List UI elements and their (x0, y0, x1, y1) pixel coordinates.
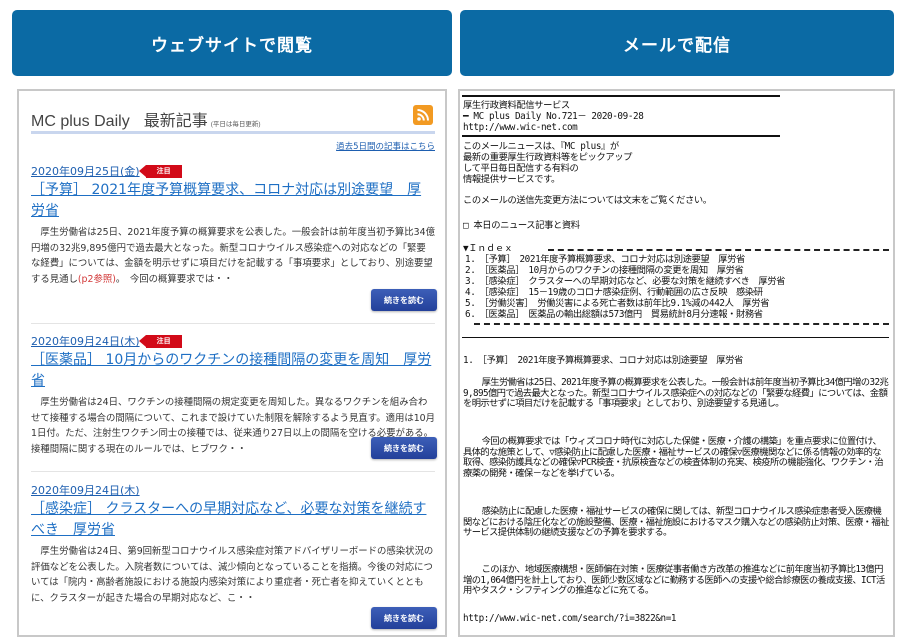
article-summary: 厚生労働省は25日、2021年度予算の概算要求を公表した。一般会計は前年度当初予… (31, 227, 435, 285)
email-article-title: 1. ［予算］ 2021年度予算概算要求、コロナ対応は別途要望 厚労省 (463, 355, 743, 366)
email-rule (462, 135, 780, 137)
tab-website[interactable]: ウェブサイトで閲覧 (12, 10, 452, 76)
tab-website-label: ウェブサイトで閲覧 (151, 35, 313, 56)
page-reference: (p2参照) (77, 273, 116, 285)
read-more-button[interactable]: 続きを読む (371, 289, 437, 311)
website-panel: MC plus Daily 最新記事 (平日は毎日更新) 過去5日間の記事はこちら … (17, 89, 447, 637)
email-service-name: 厚生行政資料配信サービス (463, 100, 570, 111)
website-header: MC plus Daily 最新記事 (平日は毎日更新) (31, 103, 435, 133)
email-paragraph: このほか、地域医療構想・医師偏在対策・医療従事者働き方改革の推進などに前年度当初… (463, 564, 885, 596)
email-index-label: ▼Ｉｎｄｅｘ (463, 243, 513, 254)
email-index-item: 2. ［医薬品］ 10月からのワクチンの接種間隔の変更を周知 厚労省 (465, 265, 744, 276)
email-paragraph: 今回の概算要求では「ウィズコロナ時代に対応した保健・医療・介護の構築」を重点要求… (463, 436, 884, 479)
rss-icon[interactable] (413, 105, 433, 125)
email-paragraph: 厚生労働省は25日、2021年度予算の概算要求を公表した。一般会計は前年度当初予… (463, 377, 889, 409)
email-index-item: 5. ［労働災害］ 労働災害による死亡者数は前年比9.1%減の442人 厚労省 (465, 298, 770, 309)
email-intro-line: このメールニュースは、『MC plus』が (463, 141, 619, 152)
email-index-item: 1. ［予算］ 2021年度予算概算要求、コロナ対応は別途要望 厚労省 (465, 254, 745, 265)
email-index-item: 6. ［医薬品］ 医薬品の輸出総額は573億円 貿易統計8月分速報・財務省 (465, 309, 763, 320)
email-index-item: 3. ［感染症］ クラスターへの早期対応など、必要な対策を継続すべき 厚労省 (465, 276, 786, 287)
read-more-button[interactable]: 続きを読む (371, 607, 437, 629)
email-intro-line: 情報提供サービスです。 (463, 174, 560, 185)
article-date[interactable]: 2020年09月25日(金) (31, 163, 140, 179)
article-date[interactable]: 2020年09月24日(木) (31, 333, 140, 349)
latest-articles-heading: 最新記事 (143, 111, 208, 130)
email-change-note: このメールの送信先変更方法については文末をご覧ください。 (463, 195, 712, 206)
email-paragraph: 感染防止に配慮した医療・福祉サービスの確保に関しては、新型コロナウイルス感染症患… (463, 506, 889, 538)
email-rule (462, 95, 780, 97)
update-note: (平日は毎日更新) (210, 121, 261, 128)
article-summary: 厚生労働省は24日、第9回新型コロナウイルス感染症対策アドバイザリーボードの感染… (31, 546, 434, 604)
article-divider (31, 471, 435, 472)
email-issue-line: ━ MC plus Daily No.721－ 2020-09-28 (463, 111, 644, 122)
index-dashed-rule (474, 323, 889, 325)
website-title: MC plus Daily 最新記事 (平日は毎日更新) (31, 107, 261, 131)
article-title-link[interactable]: ［医薬品］ 10月からのワクチンの接種間隔の変更を周知 厚労省 (31, 350, 435, 392)
article-date[interactable]: 2020年09月24日(木) (31, 482, 140, 498)
site-name: MC plus Daily (31, 113, 130, 130)
header-divider (31, 131, 435, 134)
index-dashed-rule (548, 249, 889, 251)
article-item: 2020年09月25日(金) 注目 ［予算］ 2021年度予算概算要求、コロナ対応… (31, 163, 435, 287)
past-articles-link[interactable]: 過去5日間の記事はこちら (336, 140, 435, 152)
tab-email[interactable]: メールで配信 (460, 10, 894, 76)
featured-badge: 注目 (138, 334, 182, 348)
article-item: 2020年09月24日(木) ［感染症］ クラスターへの早期対応など、必要な対策… (31, 482, 435, 606)
email-intro-line: して平日毎日配信する有料の (463, 163, 579, 174)
email-intro-line: 最新の重要厚生行政資料等をピックアップ (463, 152, 633, 163)
article-divider (31, 323, 435, 324)
email-article-link[interactable]: http://www.wic-net.com/search/?i=3822&n=… (463, 613, 676, 624)
index-rule (462, 337, 889, 338)
featured-badge: 注目 (138, 164, 182, 178)
read-more-button[interactable]: 続きを読む (371, 437, 437, 459)
email-index-item: 4. ［感染症］ 15－19歳のコロナ感染症例、行動範囲の広さ反映 感染研 (465, 287, 763, 298)
email-panel: 厚生行政資料配信サービス ━ MC plus Daily No.721－ 202… (458, 89, 895, 637)
tab-email-label: メールで配信 (623, 35, 731, 56)
email-section-heading: □ 本日のニュース記事と資料 (463, 220, 580, 231)
email-site-url[interactable]: http://www.wic-net.com (463, 122, 578, 133)
article-title-link[interactable]: ［感染症］ クラスターへの早期対応など、必要な対策を継続すべき 厚労省 (31, 499, 435, 541)
article-title-link[interactable]: ［予算］ 2021年度予算概算要求、コロナ対応は別途要望 厚労省 (31, 180, 435, 222)
